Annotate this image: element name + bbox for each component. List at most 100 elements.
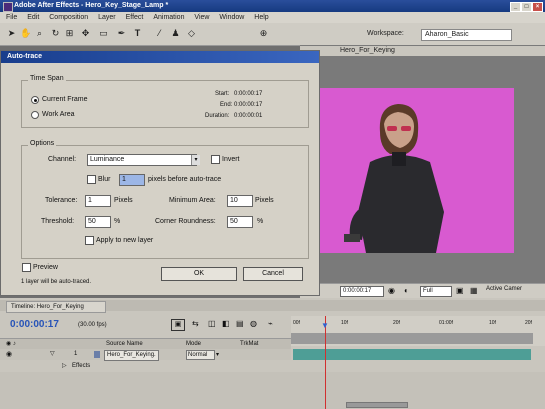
blur-label: Blur <box>98 176 111 183</box>
apply-to-new-layer-label: Apply to new layer <box>96 237 154 244</box>
draft-3d-icon[interactable]: ◫ <box>208 319 216 328</box>
minimum-area-field[interactable]: 10 <box>227 195 253 207</box>
axis-mode-icon[interactable]: ⊕ <box>258 28 269 39</box>
auto-trace-dialog: Auto-trace Time Span Current Frame Work … <box>0 50 320 296</box>
cancel-button[interactable]: Cancel <box>243 267 303 281</box>
cti-head-icon[interactable]: ▼ <box>320 322 330 330</box>
graph-editor-icon[interactable]: ⌁ <box>268 319 273 328</box>
effects-row[interactable]: ▷ Effects <box>0 361 291 371</box>
live-update-icon[interactable]: ⇆ <box>192 319 199 328</box>
comp-timecode-field[interactable]: 0:00:00:17 <box>340 286 384 297</box>
work-area-bar[interactable] <box>291 333 533 344</box>
close-button[interactable]: × <box>532 2 543 12</box>
ok-button[interactable]: OK <box>161 267 237 281</box>
trkmat-header[interactable]: TrkMat <box>240 339 258 349</box>
chevron-down-icon[interactable]: ▾ <box>216 350 219 361</box>
apply-to-new-layer-checkbox[interactable] <box>85 236 94 245</box>
window-title-bar: Adobe After Effects - Hero_Key_Stage_Lam… <box>0 0 545 12</box>
tolerance-field[interactable]: 1 <box>85 195 111 207</box>
current-frame-radio[interactable] <box>31 96 39 104</box>
status-text: 1 layer will be auto-traced. <box>21 279 92 285</box>
start-label: Start: <box>215 91 230 97</box>
window-title: Adobe After Effects - Hero_Key_Stage_Lam… <box>14 2 169 9</box>
region-of-interest-icon[interactable]: ▣ <box>456 286 464 295</box>
ruler-tick-label: 20f <box>393 320 400 326</box>
menu-file[interactable]: File <box>6 14 17 21</box>
minimum-area-label: Minimum Area: <box>169 197 216 204</box>
resolution-select[interactable]: Full <box>420 286 452 297</box>
timeline-fps: (30.00 fps) <box>78 322 107 328</box>
maximize-button[interactable]: □ <box>521 2 532 12</box>
timeline-tab[interactable]: Timeline: Hero_For_Keying <box>6 301 106 313</box>
menu-view[interactable]: View <box>194 14 209 21</box>
show-channel-icon[interactable]: ◐ <box>404 286 409 295</box>
comp-mini-flowchart-icon[interactable]: ▣ <box>171 319 185 331</box>
invert-checkbox[interactable] <box>211 155 220 164</box>
mode-header[interactable]: Mode <box>186 339 201 349</box>
menu-effect[interactable]: Effect <box>126 14 144 21</box>
ruler-tick-label: 10f <box>489 320 496 326</box>
blur-suffix: pixels before auto-trace <box>148 176 222 183</box>
zoom-slider[interactable] <box>346 402 408 408</box>
layer-mode-select[interactable]: Normal <box>186 350 215 360</box>
time-span-label: Time Span <box>28 75 66 82</box>
av-features-icon: ◉ ♪ <box>6 341 16 347</box>
timeline-timecode[interactable]: 0:00:00:17 <box>10 319 59 330</box>
blur-checkbox[interactable] <box>87 175 96 184</box>
menu-help[interactable]: Help <box>254 14 268 21</box>
options-label: Options <box>28 140 57 147</box>
menu-layer[interactable]: Layer <box>98 14 116 21</box>
expand-triangle-icon[interactable]: ▷ <box>62 361 67 371</box>
corner-roundness-field[interactable]: 50 <box>227 216 253 228</box>
threshold-unit: % <box>114 218 121 225</box>
pen-tool-icon[interactable]: ✒ <box>116 28 127 39</box>
minimize-button[interactable]: _ <box>510 2 521 12</box>
channel-label: Channel: <box>48 156 77 163</box>
pan-behind-tool-icon[interactable]: ✥ <box>80 28 91 39</box>
effects-label: Effects <box>72 363 91 369</box>
composition-tab[interactable]: Hero_For_Keying <box>300 46 545 56</box>
work-area-radio[interactable] <box>31 111 39 119</box>
hand-tool-icon[interactable]: ✋ <box>20 28 31 39</box>
brush-tool-icon[interactable]: ⁄ <box>154 28 165 39</box>
expand-triangle-icon[interactable]: ▽ <box>50 349 55 360</box>
zoom-tool-icon[interactable]: ⌕ <box>34 28 45 39</box>
mask-tool-icon[interactable]: ▭ <box>98 28 109 39</box>
tolerance-unit: Pixels <box>114 197 133 204</box>
workspace-select[interactable]: Aharon_Basic <box>421 29 512 41</box>
tolerance-label: Tolerance: <box>45 197 78 204</box>
source-name-header[interactable]: Source Name <box>106 339 143 349</box>
menu-animation[interactable]: Animation <box>153 14 184 21</box>
transparency-grid-icon[interactable]: ▦ <box>470 286 478 295</box>
app-icon <box>3 2 13 12</box>
camera-view-select[interactable]: Active Camer <box>486 286 522 292</box>
composition-tab-label: Hero_For_Keying <box>340 47 395 54</box>
menu-edit[interactable]: Edit <box>27 14 39 21</box>
invert-label: Invert <box>222 156 240 163</box>
layer-duration-bar[interactable] <box>293 349 531 360</box>
preview-checkbox[interactable] <box>22 263 31 272</box>
motion-blur-icon[interactable]: ◍ <box>250 319 257 328</box>
preview-label: Preview <box>33 264 58 271</box>
frame-blending-icon[interactable]: ▤ <box>236 319 244 328</box>
eraser-tool-icon[interactable]: ◇ <box>186 28 197 39</box>
type-tool-icon[interactable]: T <box>132 28 143 39</box>
threshold-label: Threshold: <box>41 218 75 225</box>
eye-icon[interactable]: ◉ <box>6 349 12 360</box>
threshold-field[interactable]: 50 <box>85 216 111 228</box>
rotate-tool-icon[interactable]: ↻ <box>50 28 61 39</box>
menu-window[interactable]: Window <box>219 14 244 21</box>
layer-name[interactable]: Hero_For_Keying. <box>104 350 159 361</box>
chevron-down-icon[interactable]: ▾ <box>191 155 200 165</box>
layer-row[interactable]: ◉ ▽ 1 Hero_For_Keying. Normal ▾ <box>0 349 291 361</box>
blur-field[interactable]: 1 <box>119 174 145 186</box>
dialog-title: Auto-trace <box>7 53 43 60</box>
shy-layers-icon[interactable]: ◧ <box>222 319 230 328</box>
end-value: 0:00:00:17 <box>234 102 263 108</box>
menu-composition[interactable]: Composition <box>49 14 88 21</box>
channel-select[interactable]: Luminance <box>87 154 197 166</box>
selection-tool-icon[interactable]: ➤ <box>6 28 17 39</box>
camera-snapshot-icon[interactable]: ◉ <box>388 286 395 295</box>
camera-tool-icon[interactable]: ⊞ <box>64 28 75 39</box>
clone-tool-icon[interactable]: ♟ <box>170 28 181 39</box>
